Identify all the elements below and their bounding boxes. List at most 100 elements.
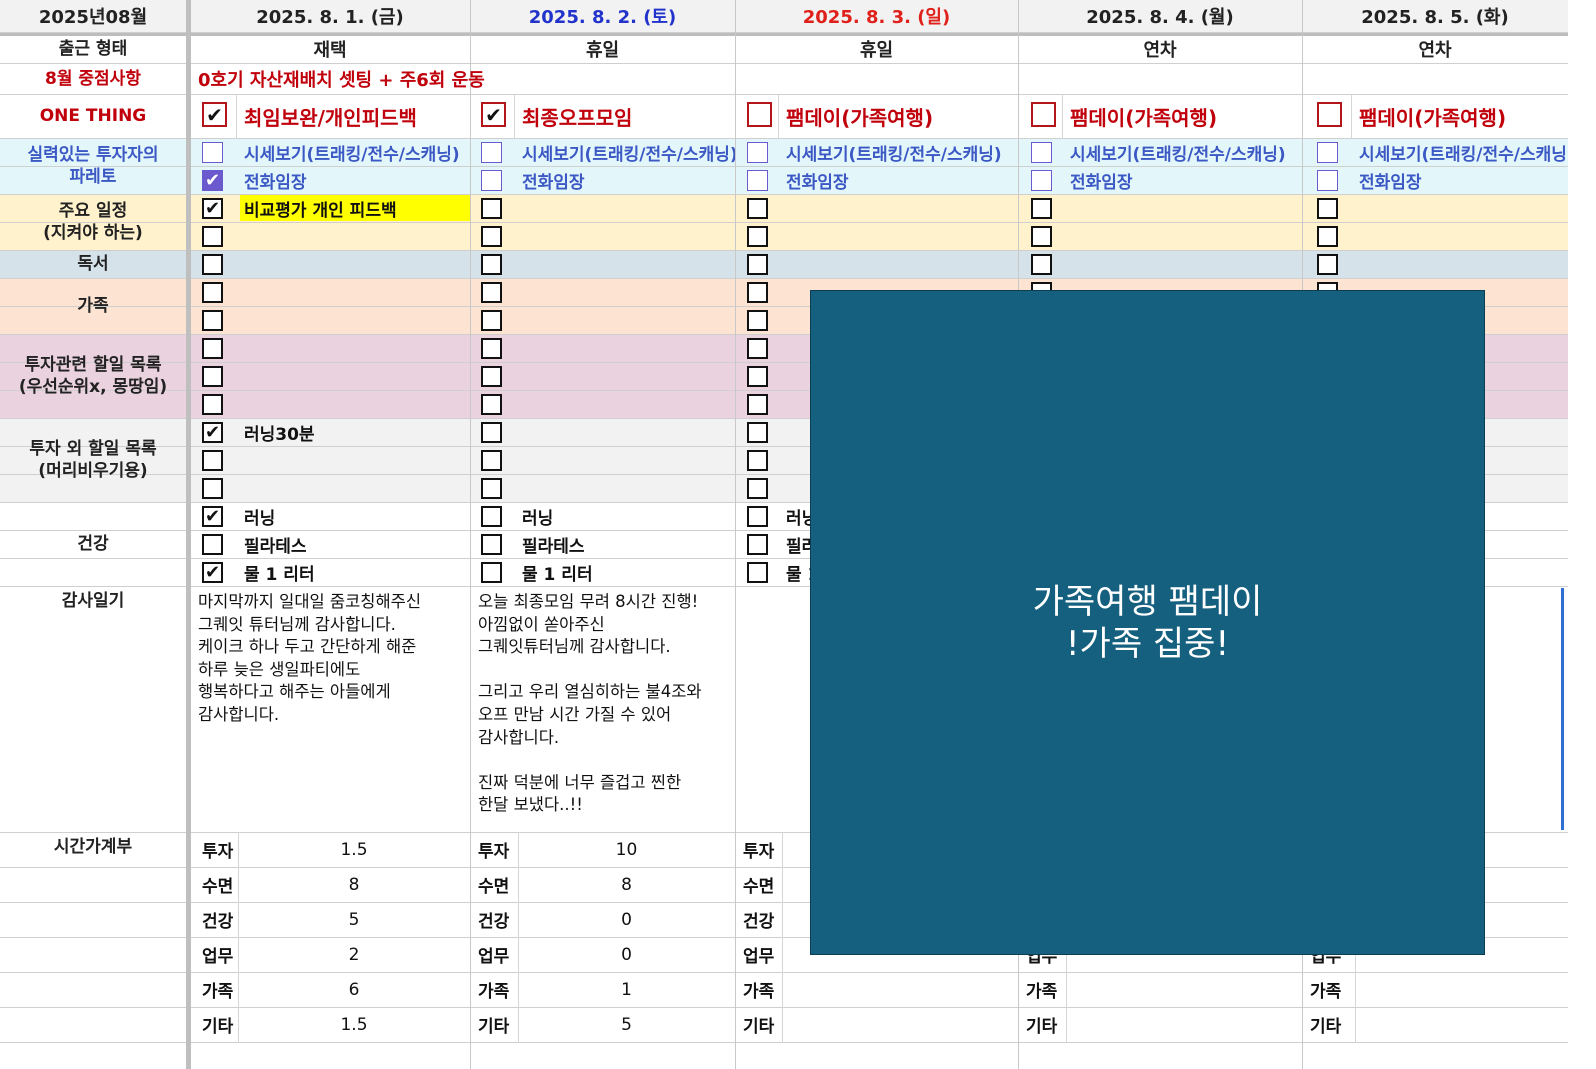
- schedule-checkbox-5-2[interactable]: [1317, 226, 1338, 247]
- time-value-3-6[interactable]: [782, 1007, 1018, 1042]
- one-thing-checkbox-4[interactable]: [1031, 102, 1056, 127]
- date-header-5[interactable]: 2025. 8. 5. (화): [1302, 0, 1568, 32]
- other-item-1-3: [240, 474, 470, 502]
- pareto-checkbox-5-2[interactable]: [1317, 170, 1338, 191]
- reading-checkbox-2[interactable]: [481, 254, 502, 275]
- time-value-2-2[interactable]: 8: [518, 867, 735, 902]
- one-thing-checkbox-2[interactable]: ✔: [481, 102, 506, 127]
- health-checkbox-3-1[interactable]: [747, 506, 768, 527]
- time-value-1-1[interactable]: 1.5: [238, 832, 470, 867]
- invest-checkbox-3-3[interactable]: [747, 394, 768, 415]
- health-checkbox-2-2[interactable]: [481, 534, 502, 555]
- health-checkbox-2-1[interactable]: [481, 506, 502, 527]
- pareto-checkbox-4-2[interactable]: [1031, 170, 1052, 191]
- invest-checkbox-1-2[interactable]: [202, 366, 223, 387]
- reading-checkbox-3[interactable]: [747, 254, 768, 275]
- time-value-5-5[interactable]: [1355, 972, 1568, 1007]
- invest-checkbox-3-1[interactable]: [747, 338, 768, 359]
- schedule-checkbox-1-1[interactable]: ✔: [202, 198, 223, 219]
- health-checkbox-3-3[interactable]: [747, 562, 768, 583]
- time-value-1-4[interactable]: 2: [238, 937, 470, 972]
- other-checkbox-3-2[interactable]: [747, 450, 768, 471]
- date-header-1[interactable]: 2025. 8. 1. (금): [190, 0, 470, 32]
- pareto-checkbox-5-1[interactable]: [1317, 142, 1338, 163]
- invest-checkbox-1-3[interactable]: [202, 394, 223, 415]
- date-header-2[interactable]: 2025. 8. 2. (토): [470, 0, 735, 32]
- other-checkbox-1-2[interactable]: [202, 450, 223, 471]
- family-checkbox-2-1[interactable]: [481, 282, 502, 303]
- time-value-2-1[interactable]: 10: [518, 832, 735, 867]
- health-item-1-2: 필라테스: [244, 536, 307, 557]
- pareto-checkbox-1-2[interactable]: ✔: [202, 170, 223, 191]
- date-header-4[interactable]: 2025. 8. 4. (월): [1018, 0, 1302, 32]
- other-checkbox-2-3[interactable]: [481, 478, 502, 499]
- schedule-checkbox-3-1[interactable]: [747, 198, 768, 219]
- schedule-checkbox-3-2[interactable]: [747, 226, 768, 247]
- other-checkbox-3-3[interactable]: [747, 478, 768, 499]
- time-value-4-5[interactable]: [1066, 972, 1302, 1007]
- other-checkbox-2-1[interactable]: [481, 422, 502, 443]
- other-checkbox-1-3[interactable]: [202, 478, 223, 499]
- schedule-checkbox-1-2[interactable]: [202, 226, 223, 247]
- invest-checkbox-1-1[interactable]: [202, 338, 223, 359]
- time-value-2-5[interactable]: 1: [518, 972, 735, 1007]
- one-thing-checkbox-1[interactable]: ✔: [202, 102, 227, 127]
- gratitude-text-1[interactable]: 마지막까지 일대일 줌코칭해주신 그퀘잇 튜터님께 감사합니다. 케이크 하나 …: [190, 587, 470, 831]
- schedule-item-5-1: [1355, 195, 1585, 221]
- invest-checkbox-2-3[interactable]: [481, 394, 502, 415]
- label-focus-line-1: 8월 중점사항: [45, 68, 141, 89]
- reading-checkbox-5[interactable]: [1317, 254, 1338, 275]
- health-checkbox-2-3[interactable]: [481, 562, 502, 583]
- schedule-checkbox-2-1[interactable]: [481, 198, 502, 219]
- other-item-1-1: 러닝30분: [244, 424, 315, 445]
- time-value-2-3[interactable]: 0: [518, 902, 735, 937]
- time-value-1-5[interactable]: 6: [238, 972, 470, 1007]
- time-label-2-2: 수면: [478, 877, 510, 897]
- one-thing-checkbox-5[interactable]: [1317, 102, 1342, 127]
- gratitude-text-2[interactable]: 오늘 최종모임 무려 8시간 진행! 아낌없이 쏟아주신 그퀘잇튜터님께 감사합…: [470, 587, 735, 831]
- time-value-3-5[interactable]: [782, 972, 1018, 1007]
- time-label-2-3: 건강: [478, 912, 510, 932]
- pareto-checkbox-3-2[interactable]: [747, 170, 768, 191]
- other-checkbox-1-1[interactable]: ✔: [202, 422, 223, 443]
- date-header-3[interactable]: 2025. 8. 3. (일): [735, 0, 1018, 32]
- family-day-overlay[interactable]: 가족여행 팸데이 !가족 집중!: [810, 290, 1485, 955]
- health-checkbox-1-2[interactable]: [202, 534, 223, 555]
- schedule-checkbox-5-1[interactable]: [1317, 198, 1338, 219]
- pareto-checkbox-4-1[interactable]: [1031, 142, 1052, 163]
- one-thing-checkbox-3[interactable]: [747, 102, 772, 127]
- reading-checkbox-1[interactable]: [202, 254, 223, 275]
- time-value-1-2[interactable]: 8: [238, 867, 470, 902]
- other-checkbox-2-2[interactable]: [481, 450, 502, 471]
- time-value-4-6[interactable]: [1066, 1007, 1302, 1042]
- health-checkbox-1-3[interactable]: ✔: [202, 562, 223, 583]
- family-checkbox-2-2[interactable]: [481, 310, 502, 331]
- label-work-type: 출근 형태: [0, 34, 186, 63]
- family-checkbox-3-1[interactable]: [747, 282, 768, 303]
- pareto-checkbox-2-2[interactable]: [481, 170, 502, 191]
- pareto-checkbox-2-1[interactable]: [481, 142, 502, 163]
- invest-checkbox-2-2[interactable]: [481, 366, 502, 387]
- pareto-checkbox-1-1[interactable]: [202, 142, 223, 163]
- health-checkbox-1-1[interactable]: ✔: [202, 506, 223, 527]
- pareto-checkbox-3-1[interactable]: [747, 142, 768, 163]
- time-value-2-6[interactable]: 5: [518, 1007, 735, 1042]
- time-value-2-4[interactable]: 0: [518, 937, 735, 972]
- schedule-checkbox-4-1[interactable]: [1031, 198, 1052, 219]
- time-value-1-6[interactable]: 1.5: [238, 1007, 470, 1042]
- family-checkbox-1-2[interactable]: [202, 310, 223, 331]
- invest-checkbox-3-2[interactable]: [747, 366, 768, 387]
- one-thing-text-2: 최종오프모임: [522, 105, 633, 130]
- reading-checkbox-4[interactable]: [1031, 254, 1052, 275]
- schedule-checkbox-4-2[interactable]: [1031, 226, 1052, 247]
- schedule-checkbox-2-2[interactable]: [481, 226, 502, 247]
- time-value-5-6[interactable]: [1355, 1007, 1568, 1042]
- time-value-1-3[interactable]: 5: [238, 902, 470, 937]
- other-checkbox-3-1[interactable]: [747, 422, 768, 443]
- health-checkbox-3-2[interactable]: [747, 534, 768, 555]
- time-label-2-5: 가족: [478, 982, 510, 1002]
- family-checkbox-1-1[interactable]: [202, 282, 223, 303]
- family-checkbox-3-2[interactable]: [747, 310, 768, 331]
- invest-checkbox-2-1[interactable]: [481, 338, 502, 359]
- time-label-1-6: 기타: [202, 1017, 234, 1037]
